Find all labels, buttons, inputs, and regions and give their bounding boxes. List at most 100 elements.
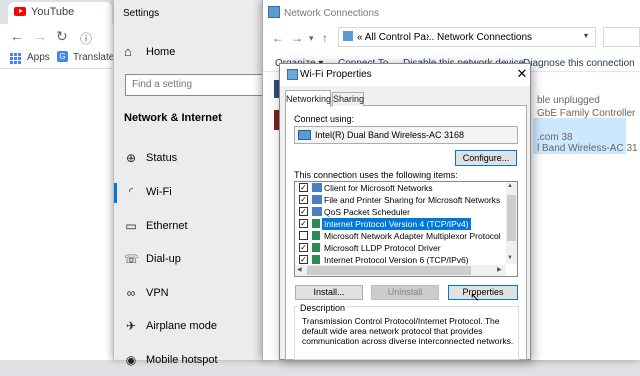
connect-using-label: Connect using: xyxy=(294,114,355,124)
explorer-up-icon[interactable]: ↑ xyxy=(322,31,328,45)
address-overflow: « xyxy=(357,32,363,43)
item-checkbox[interactable]: ✓ xyxy=(299,219,308,228)
list-item[interactable]: ✓ Client for Microsoft Networks xyxy=(295,182,505,194)
apps-grid-icon[interactable] xyxy=(10,53,21,64)
item-label: Internet Protocol Version 4 (TCP/IPv4) xyxy=(322,218,471,230)
explorer-back-icon[interactable]: ← xyxy=(272,31,284,45)
vertical-scroll-thumb[interactable] xyxy=(507,195,516,241)
home-icon[interactable]: ⌂ xyxy=(124,44,132,59)
settings-home-link[interactable]: Home xyxy=(146,46,175,58)
bookmark-apps[interactable]: Apps xyxy=(27,52,50,63)
back-arrow-icon[interactable]: ← xyxy=(10,28,24,44)
scroll-up-icon[interactable]: ▲ xyxy=(507,183,513,189)
scroll-down-icon[interactable]: ▼ xyxy=(507,255,513,261)
control-panel-icon xyxy=(343,31,353,41)
wifi-icon: ◜ xyxy=(128,186,134,198)
list-item-selected[interactable]: ✓ Internet Protocol Version 4 (TCP/IPv4) xyxy=(295,218,505,230)
adapter-name: Intel(R) Dual Band Wireless-AC 3168 xyxy=(315,130,465,140)
scroll-right-icon[interactable]: ▶ xyxy=(497,266,502,273)
items-heading: This connection uses the following items… xyxy=(294,170,458,180)
connection-status: ble unplugged xyxy=(537,95,600,106)
item-label: Microsoft LLDP Protocol Driver xyxy=(324,243,441,253)
uninstall-button[interactable]: Uninstall xyxy=(371,285,439,300)
youtube-icon xyxy=(14,7,26,16)
settings-nav-label: Dial-up xyxy=(146,253,181,265)
address-separator[interactable]: › xyxy=(426,31,429,42)
item-checkbox[interactable]: ✓ xyxy=(299,243,308,252)
close-icon[interactable]: ✕ xyxy=(513,66,531,82)
info-icon[interactable]: ⓘ xyxy=(80,30,92,47)
bookmark-translate[interactable]: Translate xyxy=(73,52,114,63)
install-button[interactable]: Install... xyxy=(295,285,363,300)
qos-scheduler-icon xyxy=(312,207,322,216)
mouse-cursor-icon: ↖ xyxy=(470,290,481,304)
network-folder-icon xyxy=(268,6,280,18)
settings-search-input[interactable] xyxy=(126,75,270,93)
description-title: Description xyxy=(298,303,348,313)
item-label: QoS Packet Scheduler xyxy=(324,207,410,217)
settings-nav-label: VPN xyxy=(146,287,169,299)
address-segment-network-connections[interactable]: Network Connections xyxy=(437,32,532,43)
address-dropdown-icon[interactable]: ▾ xyxy=(584,31,588,40)
connection-adapter: l Band Wireless-AC 31 xyxy=(537,143,638,154)
protocol-icon xyxy=(312,219,320,228)
item-checkbox[interactable]: ✓ xyxy=(299,183,308,192)
airplane-icon: ✈ xyxy=(125,319,137,333)
reload-icon[interactable]: ↻ xyxy=(56,28,68,45)
protocol-icon xyxy=(312,255,320,264)
settings-nav-label: Mobile hotspot xyxy=(146,354,218,366)
forward-arrow-icon[interactable]: → xyxy=(33,28,47,44)
diagnose-connection-button[interactable]: Diagnose this connection xyxy=(523,58,635,69)
explorer-recent-icon[interactable]: ▾ xyxy=(309,33,314,44)
description-text: Transmission Control Protocol/Internet P… xyxy=(302,316,514,346)
list-item[interactable]: Microsoft Network Adapter Multiplexor Pr… xyxy=(295,230,505,242)
browser-tab-title: YouTube xyxy=(31,6,75,18)
translate-icon[interactable]: G xyxy=(57,51,68,62)
explorer-forward-icon[interactable]: → xyxy=(291,31,303,45)
dialog-title: Wi-Fi Properties xyxy=(300,69,372,80)
protocol-icon xyxy=(312,243,320,252)
item-label: Client for Microsoft Networks xyxy=(324,183,433,193)
list-item[interactable]: ✓ Microsoft LLDP Protocol Driver xyxy=(295,242,505,254)
ethernet-connection-item[interactable]: ble unplugged GbE Family Controller xyxy=(537,94,635,120)
list-item[interactable]: ✓ File and Printer Sharing for Microsoft… xyxy=(295,194,505,206)
globe-status-icon: ⊕ xyxy=(125,151,137,165)
horizontal-scroll-thumb[interactable] xyxy=(307,266,471,275)
item-checkbox[interactable]: ✓ xyxy=(299,255,308,264)
tab-sharing[interactable]: Sharing xyxy=(332,92,364,106)
address-segment-label: All Control Pa... xyxy=(364,32,435,43)
settings-nav-label: Wi-Fi xyxy=(146,186,172,198)
item-label: File and Printer Sharing for Microsoft N… xyxy=(324,195,501,205)
network-card-icon xyxy=(298,130,311,140)
hotspot-icon: ◉ xyxy=(125,353,137,367)
file-sharing-icon xyxy=(312,195,322,204)
protocol-icon xyxy=(312,231,320,240)
settings-nav-status[interactable]: ⊕ Status xyxy=(113,144,273,174)
wifi-connection-item[interactable]: .com 38 l Band Wireless-AC 31 xyxy=(537,132,638,154)
item-checkbox[interactable]: ✓ xyxy=(299,195,308,204)
client-network-icon xyxy=(312,183,322,192)
settings-nav-ethernet[interactable]: ▭ Ethernet xyxy=(113,212,273,242)
network-connections-title: Network Connections xyxy=(284,8,380,19)
settings-nav-wifi[interactable]: ◜ Wi-Fi xyxy=(113,178,273,208)
settings-nav-dialup[interactable]: ☏ Dial-up xyxy=(113,245,273,275)
settings-search-box[interactable] xyxy=(125,74,271,96)
explorer-search-box[interactable] xyxy=(603,27,640,47)
list-item[interactable]: ✓ QoS Packet Scheduler xyxy=(295,206,505,218)
connection-status: .com 38 xyxy=(537,132,573,143)
settings-nav-vpn[interactable]: ∞ VPN xyxy=(113,279,273,309)
tab-networking[interactable]: Networking xyxy=(285,90,331,107)
item-label: Microsoft Network Adapter Multiplexor Pr… xyxy=(324,231,501,241)
scroll-left-icon[interactable]: ◀ xyxy=(297,266,302,273)
properties-button[interactable]: Properties xyxy=(448,285,518,300)
vpn-icon: ∞ xyxy=(126,286,136,300)
settings-nav-airplane-mode[interactable]: ✈ Airplane mode xyxy=(113,312,273,342)
ethernet-icon: ▭ xyxy=(125,219,137,233)
item-checkbox[interactable]: ✓ xyxy=(299,207,308,216)
configure-button[interactable]: Configure... xyxy=(455,150,517,166)
settings-section-heading: Network & Internet xyxy=(124,112,222,124)
address-segment-control-panel[interactable]: « All Control Pa... xyxy=(357,32,434,43)
settings-nav-label: Ethernet xyxy=(146,220,188,232)
item-checkbox[interactable] xyxy=(299,231,308,240)
settings-nav-mobile-hotspot[interactable]: ◉ Mobile hotspot xyxy=(113,346,273,376)
